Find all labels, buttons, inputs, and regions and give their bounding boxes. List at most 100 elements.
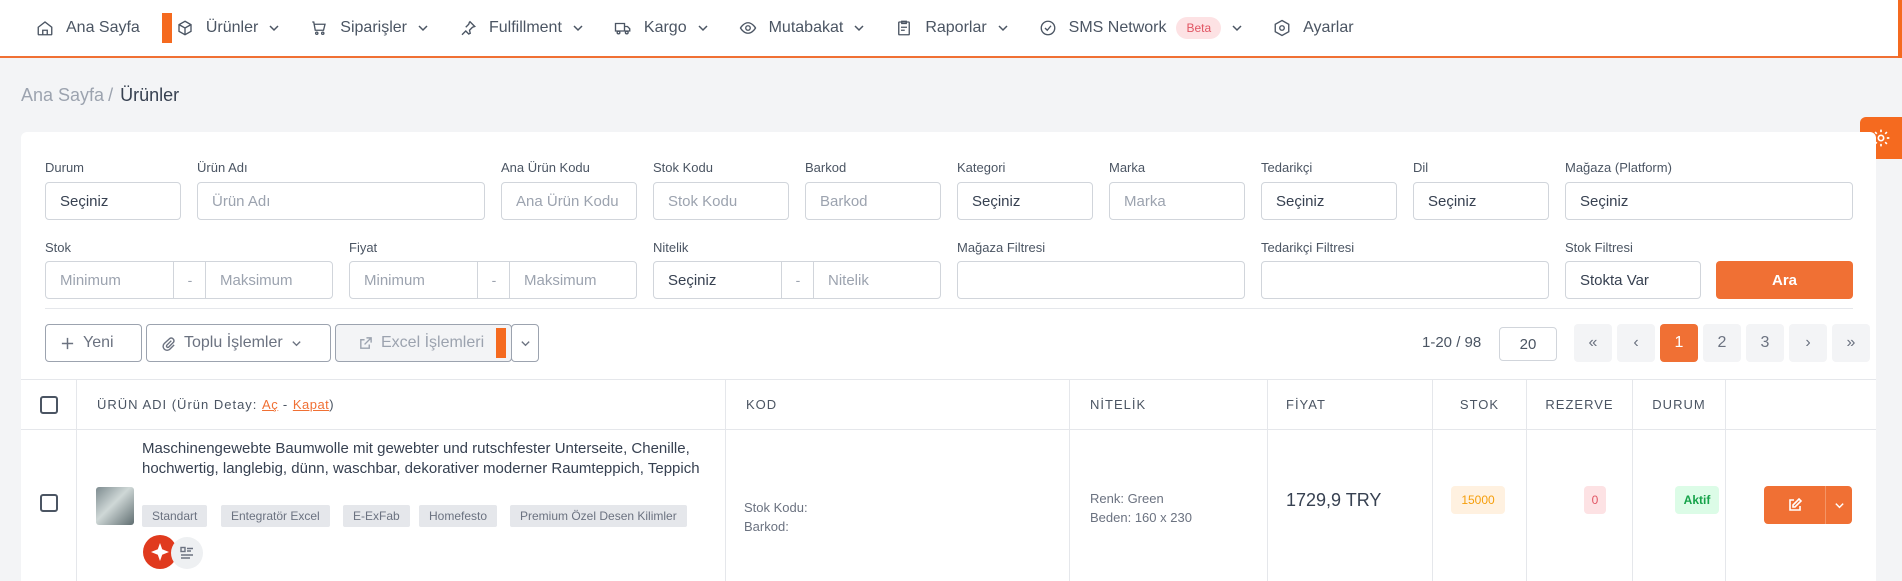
label-stok-kodu: Stok Kodu [653, 160, 713, 175]
nitelik-input[interactable]: Nitelik [813, 261, 941, 299]
column-divider [1267, 430, 1268, 581]
nav-item-ana-sayfa[interactable]: Ana Sayfa [36, 0, 140, 57]
page-button-2[interactable]: 2 [1703, 324, 1741, 362]
excel-actions-button[interactable]: Excel İşlemleri [335, 324, 512, 362]
fiyat-max-input[interactable]: Maksimum [509, 261, 637, 299]
chevron-down-icon [292, 340, 301, 346]
list-detail-icon[interactable] [171, 537, 203, 569]
page-button-1[interactable]: 1 [1660, 324, 1698, 362]
range-separator: - [174, 261, 206, 299]
tedarikci-filtresi-input[interactable] [1261, 261, 1549, 299]
fiyat-min-input[interactable]: Minimum [349, 261, 478, 299]
page-button-3[interactable]: 3 [1746, 324, 1784, 362]
th-durum: DURUM [1632, 380, 1725, 429]
nav-item-label: Ürünler [205, 19, 259, 36]
chevron-down-icon [854, 25, 864, 32]
range-separator: - [478, 261, 510, 299]
hexagon-settings-icon [1274, 19, 1290, 37]
ana-urun-kodu-input[interactable]: Ana Ürün Kodu [501, 182, 637, 220]
kategori-select[interactable]: Seçiniz [957, 182, 1093, 220]
column-divider [1725, 430, 1726, 581]
new-button-label: Yeni [83, 334, 114, 351]
nav-item-sms-network[interactable]: SMS Network Beta [1039, 0, 1243, 57]
nav-item-label: Mutabakat [768, 19, 844, 36]
edit-button[interactable] [1764, 486, 1826, 524]
nav-item-siparisler[interactable]: Siparişler [310, 0, 429, 57]
nav-item-ayarlar[interactable]: Ayarlar [1273, 0, 1354, 57]
select-all-checkbox[interactable] [39, 395, 58, 414]
nav-item-raporlar[interactable]: Raporlar [895, 0, 1008, 57]
nav-item-label: SMS Network [1068, 19, 1167, 36]
stock-badge: 15000 [1451, 486, 1505, 514]
marka-input[interactable]: Marka [1109, 182, 1245, 220]
last-page-button[interactable]: » [1832, 324, 1870, 362]
first-page-button[interactable]: « [1574, 324, 1612, 362]
label-marka: Marka [1109, 160, 1146, 175]
price-value: 1729,9 TRY [1286, 490, 1382, 510]
row-checkbox[interactable] [40, 494, 58, 512]
stok-min-input[interactable]: Minimum [45, 261, 174, 299]
kod-cell: Stok Kodu: Barkod: [744, 498, 808, 536]
active-marker [161, 13, 172, 43]
dil-select[interactable]: Seçiniz [1413, 182, 1549, 220]
star-icon [151, 543, 169, 561]
bulk-actions-label: Toplu İşlemler [184, 334, 283, 351]
stok-filtresi-select[interactable]: Stokta Var [1565, 261, 1701, 299]
nav-item-fulfillment[interactable]: Fulfillment [459, 0, 584, 57]
new-button[interactable]: Yeni [45, 324, 142, 362]
magaza-filtresi-input[interactable] [957, 261, 1245, 299]
nav-item-urunler[interactable]: Ürünler [176, 0, 280, 57]
column-divider [1632, 430, 1633, 581]
breadcrumb-current: Ürünler [120, 85, 180, 105]
th-fiyat: FİYAT [1267, 380, 1432, 429]
row-actions-dropdown[interactable] [1826, 486, 1852, 524]
plus-icon [61, 337, 74, 349]
stok-kodu-input[interactable]: Stok Kodu [653, 182, 789, 220]
label-durum: Durum [45, 160, 85, 175]
bulk-actions-button[interactable]: Toplu İşlemler [146, 324, 331, 362]
label-ana-urun-kodu: Ana Ürün Kodu [501, 160, 590, 175]
durum-select[interactable]: Seçiniz [45, 182, 181, 220]
scrollbar-edge [1898, 0, 1902, 58]
th-kod: KOD [725, 380, 1069, 429]
breadcrumb-home[interactable]: Ana Sayfa [21, 85, 104, 106]
magaza-select[interactable]: Seçiniz [1565, 182, 1853, 220]
nav-item-mutabakat[interactable]: Mutabakat [739, 0, 866, 57]
label-stok: Stok [45, 240, 72, 255]
nav-item-label: Ana Sayfa [66, 19, 140, 36]
urun-adi-input[interactable]: Ürün Adı [197, 182, 485, 220]
detail-open-link[interactable]: Aç [262, 397, 278, 412]
th-nitelik: NİTELİK [1069, 380, 1267, 429]
product-tag: Standart [142, 505, 208, 527]
excel-marker [496, 328, 506, 358]
clipboard-icon [898, 20, 911, 36]
label-dil: Dil [1413, 160, 1429, 175]
nitelik-renk: Renk: Green [1090, 491, 1164, 506]
external-link-icon [360, 336, 372, 349]
prev-page-button[interactable]: ‹ [1617, 324, 1655, 362]
next-page-button[interactable]: › [1789, 324, 1827, 362]
barkod-input[interactable]: Barkod [805, 182, 941, 220]
tedarikci-select[interactable]: Seçiniz [1261, 182, 1397, 220]
product-thumbnail[interactable] [96, 487, 134, 525]
search-button[interactable]: Ara [1716, 261, 1853, 299]
product-name[interactable]: Maschinengewebte Baumwolle mit gewebter … [142, 439, 702, 479]
label-magaza: Mağaza (Platform) [1565, 160, 1672, 175]
detail-close-link[interactable]: Kapat [293, 397, 329, 412]
product-tag: Entegratör Excel [221, 505, 330, 527]
nav-item-kargo[interactable]: Kargo [614, 0, 709, 57]
nav-item-label: Siparişler [340, 19, 407, 36]
page-size-input[interactable]: 20 [1499, 327, 1557, 361]
pin-icon [461, 20, 476, 36]
column-divider [76, 430, 77, 581]
edit-icon [1788, 497, 1802, 511]
label-stok-filtresi: Stok Filtresi [1565, 240, 1633, 255]
paperclip-icon [162, 336, 175, 351]
box-icon [178, 20, 192, 36]
excel-dropdown-toggle[interactable] [511, 324, 539, 362]
th-select-all [21, 380, 76, 429]
label-tedarikci: Tedarikçi [1261, 160, 1313, 175]
stok-max-input[interactable]: Maksimum [205, 261, 333, 299]
product-tag: E-ExFab [343, 505, 410, 527]
nitelik-select[interactable]: Seçiniz [653, 261, 782, 299]
